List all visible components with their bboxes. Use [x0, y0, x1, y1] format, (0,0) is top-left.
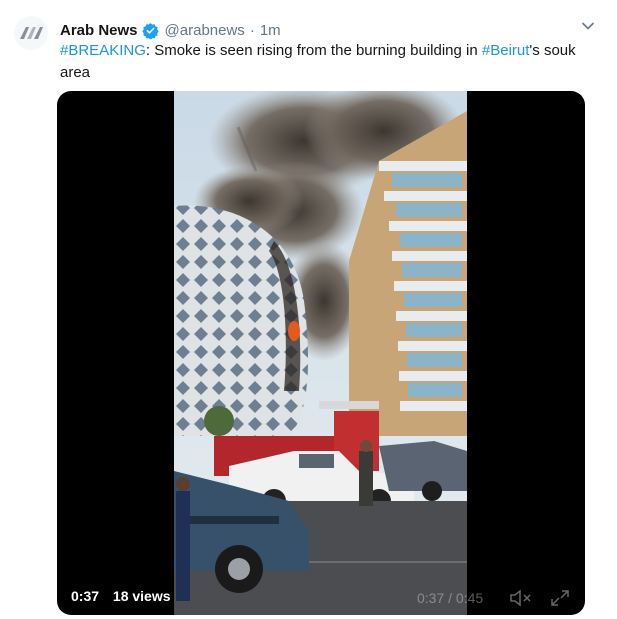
avatar[interactable]: [14, 16, 48, 50]
chevron-down-icon[interactable]: [581, 19, 595, 33]
author-name[interactable]: Arab News: [60, 22, 138, 39]
video-stats: 0:37 18 views: [67, 586, 185, 606]
verified-badge-icon: [141, 22, 159, 39]
video-still-image: [174, 91, 467, 615]
video-controls: [509, 588, 571, 608]
tweet-text-part-1: : Smoke is seen rising from the burning …: [145, 42, 482, 59]
separator-dot: ·: [249, 21, 255, 39]
tweet-card[interactable]: Arab News @arabnews · 1m #BREAKING: Smok…: [0, 0, 617, 619]
arab-news-logo-icon: [20, 27, 43, 39]
hashtag-breaking[interactable]: #BREAKING: [60, 42, 146, 59]
tweet-text: #BREAKING: Smoke is seen rising from the…: [60, 40, 600, 84]
timestamp[interactable]: 1m: [260, 22, 281, 39]
speaker-muted-icon[interactable]: [509, 588, 533, 608]
tweet-header: Arab News @arabnews · 1m: [60, 18, 577, 42]
expand-icon[interactable]: [549, 588, 571, 608]
video-frame[interactable]: [174, 91, 467, 615]
video-elapsed-time: 0:37: [71, 588, 100, 604]
video-player[interactable]: 0:37 18 views 0:37 / 0:45: [57, 91, 585, 615]
video-progress-readout: 0:37 / 0:45: [417, 590, 484, 606]
video-view-count: 18 views: [112, 588, 171, 604]
hashtag-beirut[interactable]: #Beirut: [482, 42, 530, 59]
author-handle[interactable]: @arabnews: [165, 22, 245, 39]
